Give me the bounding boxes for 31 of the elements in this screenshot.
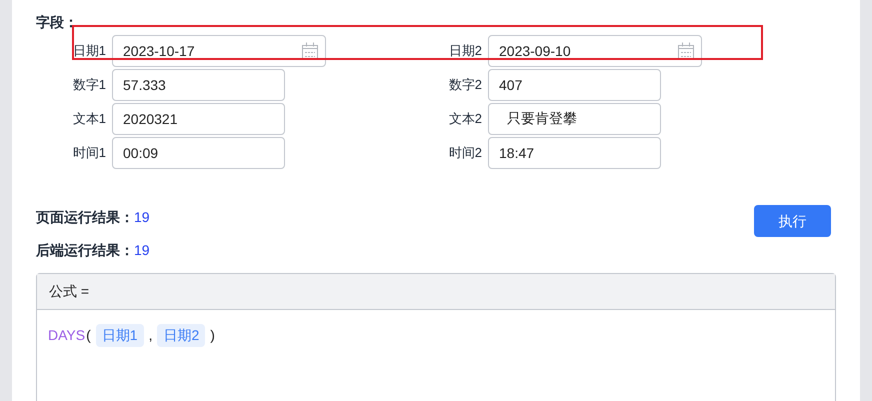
calendar-icon — [302, 42, 318, 60]
formula-header: 公式 = — [49, 282, 90, 301]
result-value: 19 — [134, 241, 150, 260]
function-name: DAYS — [48, 326, 86, 345]
field-label: 文本1 — [72, 110, 106, 128]
date-field[interactable]: 2023-10-17 — [112, 35, 326, 67]
input-field[interactable]: 00:09 — [112, 137, 285, 169]
field-label: 时间1 — [72, 144, 106, 162]
result-value: 19 — [134, 208, 150, 227]
input-field[interactable]: 57.333 — [112, 69, 285, 101]
input-field[interactable]: 407 — [488, 69, 661, 101]
field-label: 文本2 — [448, 110, 482, 128]
formula-punctuation: ( — [86, 326, 91, 345]
formula-punctuation: ) — [210, 326, 215, 345]
field-label: 数字2 — [448, 76, 482, 94]
field-label: 数字1 — [72, 76, 106, 94]
calendar-icon — [678, 42, 694, 60]
section-label: 字段： — [36, 13, 78, 32]
input-field[interactable]: 2020321 — [112, 103, 285, 135]
field-chip: 日期1 — [96, 324, 144, 347]
input-field[interactable]: 18:47 — [488, 137, 661, 169]
input-field[interactable]: 只要肯登攀 — [488, 103, 661, 135]
formula-punctuation: , — [148, 326, 152, 345]
field-chip: 日期2 — [157, 324, 206, 347]
date-field[interactable]: 2023-09-10 — [488, 35, 702, 67]
run-button[interactable]: 执行 — [754, 205, 831, 237]
field-label: 时间2 — [448, 144, 482, 162]
result-label: 后端运行结果： — [36, 241, 134, 260]
result-label: 页面运行结果： — [36, 208, 134, 227]
field-label: 日期1 — [72, 42, 106, 60]
field-label: 日期2 — [448, 42, 482, 60]
